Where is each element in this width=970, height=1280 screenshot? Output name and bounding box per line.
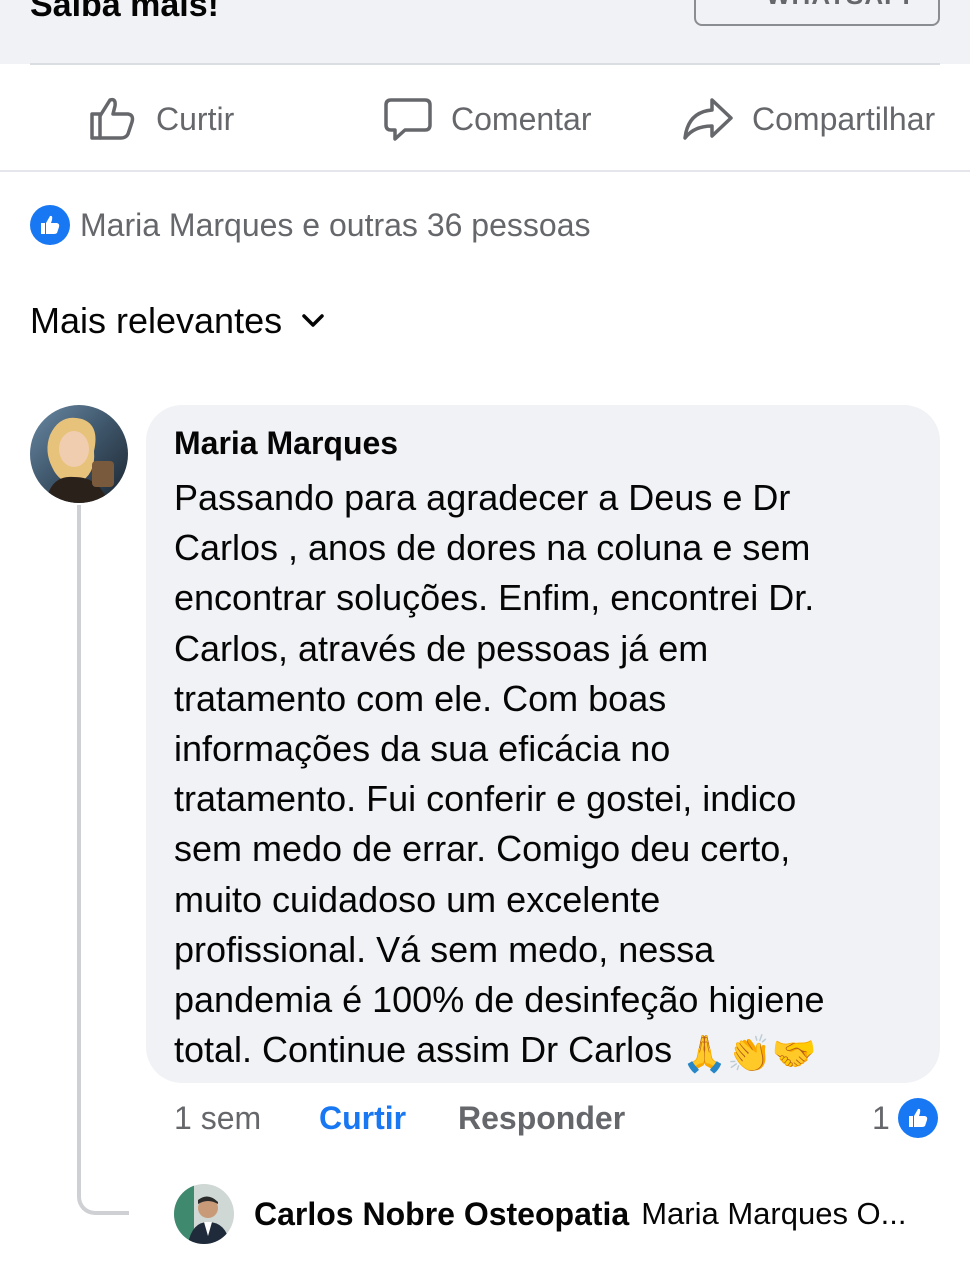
cta-text[interactable]: Saiba mais! <box>30 0 219 25</box>
comment-text: Passando para agradecer a Deus e Dr Carl… <box>174 473 920 1079</box>
share-button[interactable]: Compartilhar <box>682 94 935 144</box>
comment-author[interactable]: Maria Marques <box>174 425 920 461</box>
reply-avatar[interactable] <box>174 1184 234 1244</box>
thread-connector <box>77 505 129 1215</box>
comment-like-button[interactable]: Curtir <box>319 1100 406 1137</box>
like-reaction-icon <box>897 1098 938 1138</box>
reactions-summary[interactable]: Maria Marques e outras 36 pessoas <box>30 205 590 245</box>
comment-icon <box>384 98 432 141</box>
divider <box>30 63 940 65</box>
chevron-down-icon <box>302 314 324 327</box>
reply-preview[interactable]: Carlos Nobre Osteopatia Maria Marques O.… <box>174 1184 907 1244</box>
comment-sort-dropdown[interactable]: Mais relevantes <box>30 300 324 342</box>
comment-timestamp[interactable]: 1 sem <box>174 1100 261 1137</box>
comment-body: Passando para agradecer a Deus e Dr Carl… <box>174 477 825 1071</box>
reply-snippet: Maria Marques O... <box>641 1196 907 1231</box>
thumbs-up-icon <box>90 97 135 140</box>
comment-button[interactable]: Comentar <box>383 94 592 144</box>
cta-bar: Saiba mais! WHATSAPP <box>0 0 970 65</box>
share-icon <box>683 98 733 140</box>
whatsapp-button-label: WHATSAPP <box>766 0 921 11</box>
like-button-label: Curtir <box>156 100 235 137</box>
like-reaction-icon <box>30 205 70 245</box>
reply-author[interactable]: Carlos Nobre Osteopatia <box>254 1196 629 1233</box>
comment-reaction-count[interactable]: 1 <box>872 1098 938 1138</box>
post-action-bar: Curtir Comentar Compartilhar <box>0 66 970 172</box>
like-button[interactable]: Curtir <box>88 94 234 144</box>
comment-like-count: 1 <box>872 1099 890 1136</box>
sort-label: Mais relevantes <box>30 300 283 341</box>
comment-bubble[interactable]: Maria Marques Passando para agradecer a … <box>146 405 940 1083</box>
reactions-summary-text: Maria Marques e outras 36 pessoas <box>80 206 591 243</box>
comment-button-label: Comentar <box>451 100 592 137</box>
whatsapp-button[interactable]: WHATSAPP <box>694 0 940 26</box>
comment-reply-button[interactable]: Responder <box>458 1100 625 1137</box>
comment-emojis: 🙏👏🤝 <box>682 1033 817 1075</box>
share-button-label: Compartilhar <box>752 100 936 137</box>
avatar[interactable] <box>30 405 128 503</box>
